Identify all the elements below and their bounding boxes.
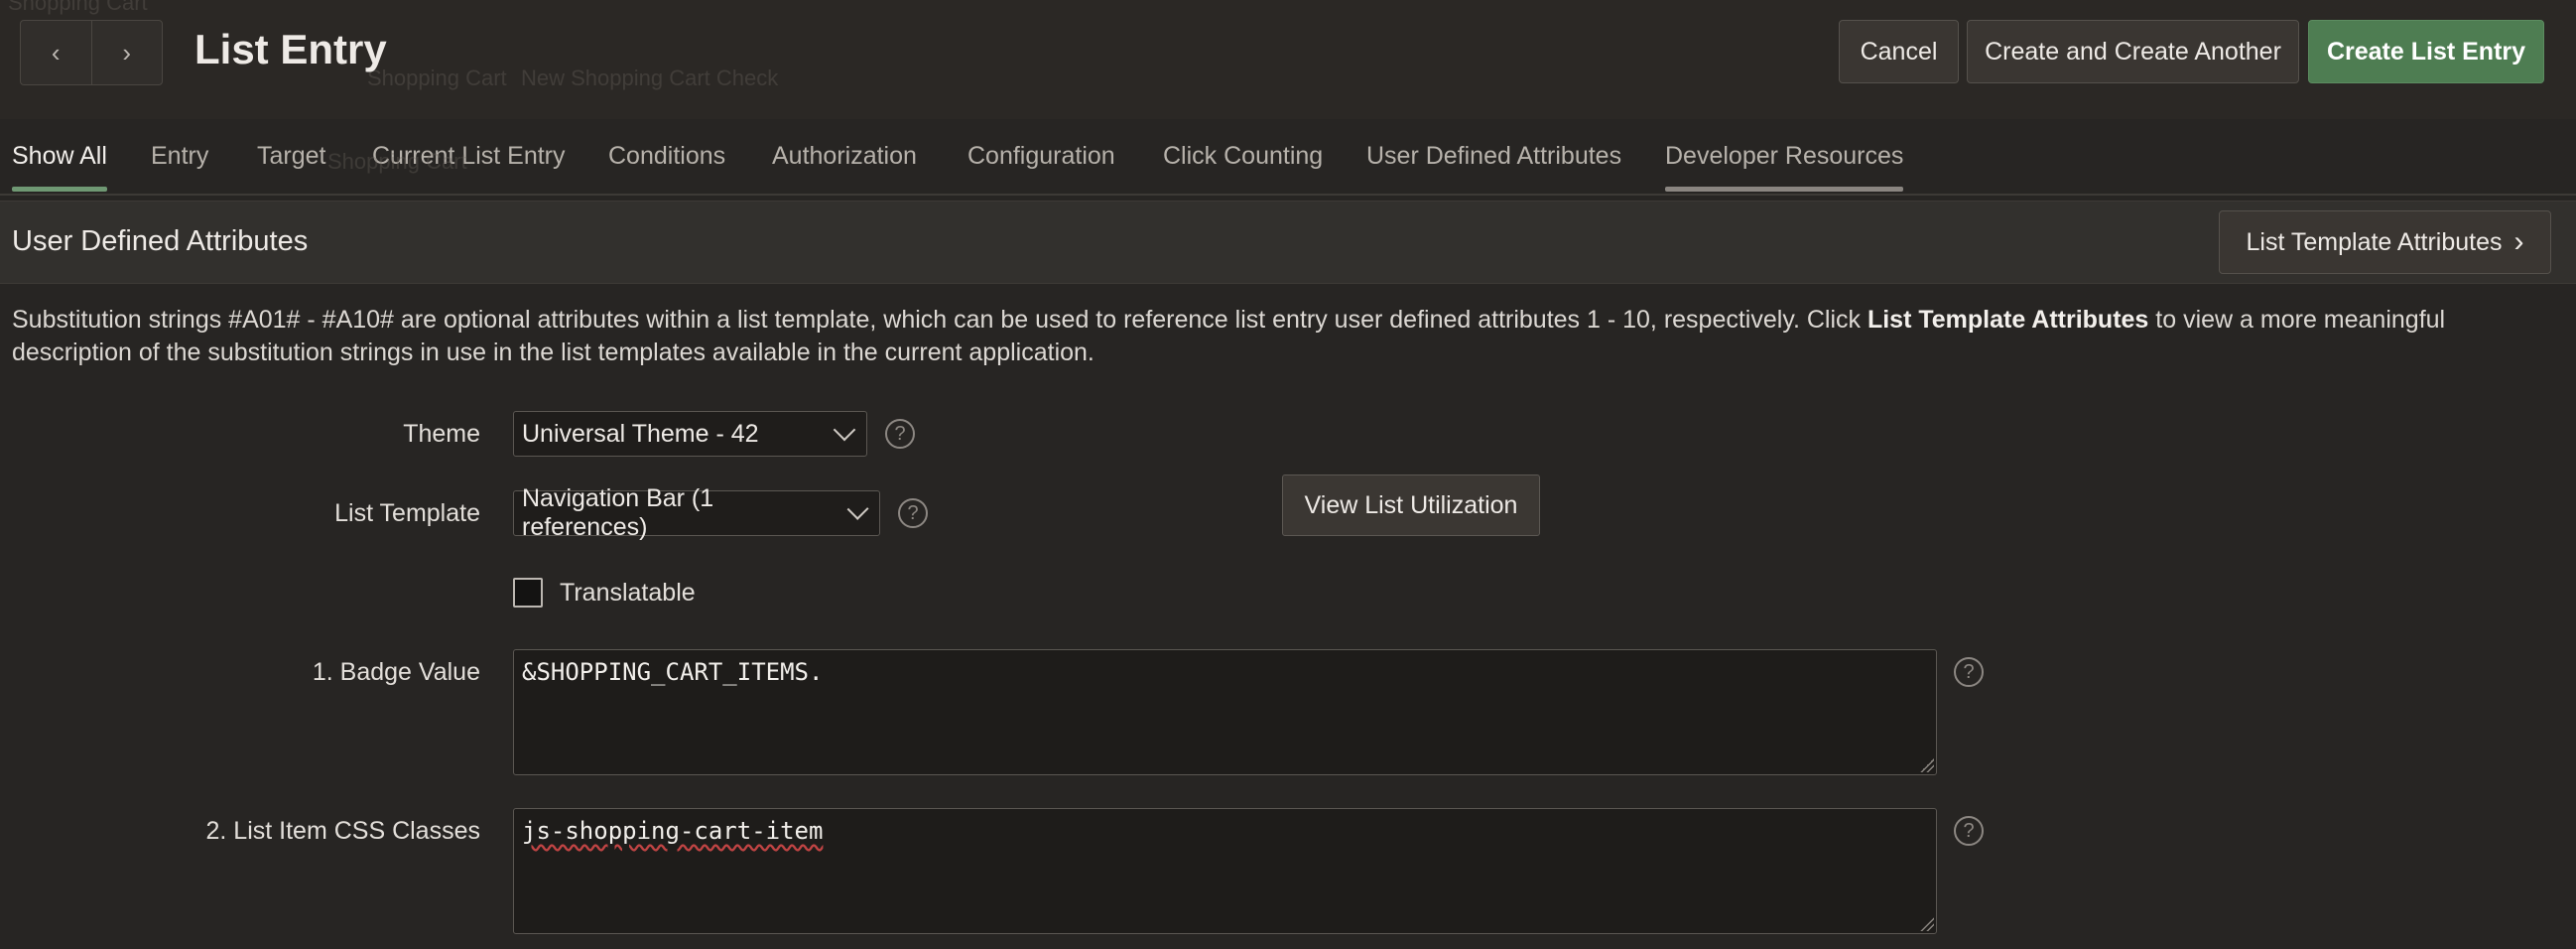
css-classes-textarea[interactable]: js-shopping-cart-item <box>513 808 1937 934</box>
tab-entry[interactable]: Entry <box>151 134 208 192</box>
translatable-checkbox[interactable] <box>513 578 543 608</box>
region-header: User Defined Attributes List Template At… <box>0 201 2576 284</box>
region-description: Substitution strings #A01# - #A10# are o… <box>12 304 2567 369</box>
tab-user-defined-attributes[interactable]: User Defined Attributes <box>1366 134 1621 192</box>
tab-authorization[interactable]: Authorization <box>772 134 917 192</box>
description-text: Substitution strings #A01# - #A10# are o… <box>12 306 1868 334</box>
help-icon[interactable]: ? <box>1954 657 1984 687</box>
page-title: List Entry <box>194 26 387 72</box>
help-icon[interactable]: ? <box>885 419 915 449</box>
ghost-text: Shopping Cart <box>327 149 467 174</box>
list-template-attributes-button[interactable]: List Template Attributes › <box>2219 210 2551 274</box>
previous-button[interactable]: ‹ <box>21 21 91 84</box>
tab-target[interactable]: Target <box>257 134 325 192</box>
tab-developer-resources[interactable]: Developer Resources <box>1665 134 1904 192</box>
view-list-utilization-button[interactable]: View List Utilization <box>1282 474 1540 536</box>
list-template-label: List Template <box>334 499 480 527</box>
ghost-text: Shopping Cart <box>367 66 507 90</box>
chevron-right-icon: › <box>2513 225 2524 258</box>
list-template-attributes-label: List Template Attributes <box>2246 227 2503 256</box>
tab-configuration[interactable]: Configuration <box>967 134 1115 192</box>
list-template-value: Navigation Bar (1 references) <box>522 484 714 541</box>
help-icon[interactable]: ? <box>898 498 928 528</box>
cancel-button[interactable]: Cancel <box>1839 20 1959 83</box>
list-template-select[interactable]: Navigation Bar (1 references) <box>513 484 880 541</box>
next-button[interactable]: › <box>90 21 163 84</box>
translatable-label: Translatable <box>560 579 696 607</box>
chevron-left-icon: ‹ <box>51 37 61 68</box>
record-navigation: ‹ › <box>20 20 163 85</box>
create-another-button[interactable]: Create and Create Another <box>1967 20 2299 83</box>
badge-value-textarea[interactable]: &SHOPPING_CART_ITEMS. <box>513 649 1937 775</box>
ghost-text: New Shopping Cart Check <box>521 66 779 90</box>
tab-conditions[interactable]: Conditions <box>608 134 725 192</box>
tab-click-counting[interactable]: Click Counting <box>1163 134 1323 192</box>
css-classes-label: 2. List Item CSS Classes <box>205 817 480 845</box>
description-link-text: List Template Attributes <box>1867 306 2149 334</box>
tab-show-all[interactable]: Show All <box>12 134 107 192</box>
ghost-text: Shopping Cart <box>8 0 148 15</box>
chevron-down-icon <box>833 418 856 442</box>
chevron-down-icon <box>846 497 869 521</box>
region-title: User Defined Attributes <box>12 225 309 257</box>
create-button[interactable]: Create List Entry <box>2308 20 2544 83</box>
resize-handle-icon[interactable] <box>1920 917 1934 931</box>
resize-handle-icon[interactable] <box>1920 758 1934 772</box>
css-classes-text: js-shopping-cart-item <box>522 817 824 845</box>
theme-select[interactable]: Universal Theme - 42 <box>513 411 867 457</box>
badge-value-label: 1. Badge Value <box>312 658 480 686</box>
chevron-right-icon: › <box>122 37 132 68</box>
badge-value-text: &SHOPPING_CART_ITEMS. <box>522 658 824 686</box>
theme-value: Universal Theme - 42 <box>522 419 759 448</box>
help-icon[interactable]: ? <box>1954 816 1984 846</box>
theme-label: Theme <box>403 420 480 448</box>
